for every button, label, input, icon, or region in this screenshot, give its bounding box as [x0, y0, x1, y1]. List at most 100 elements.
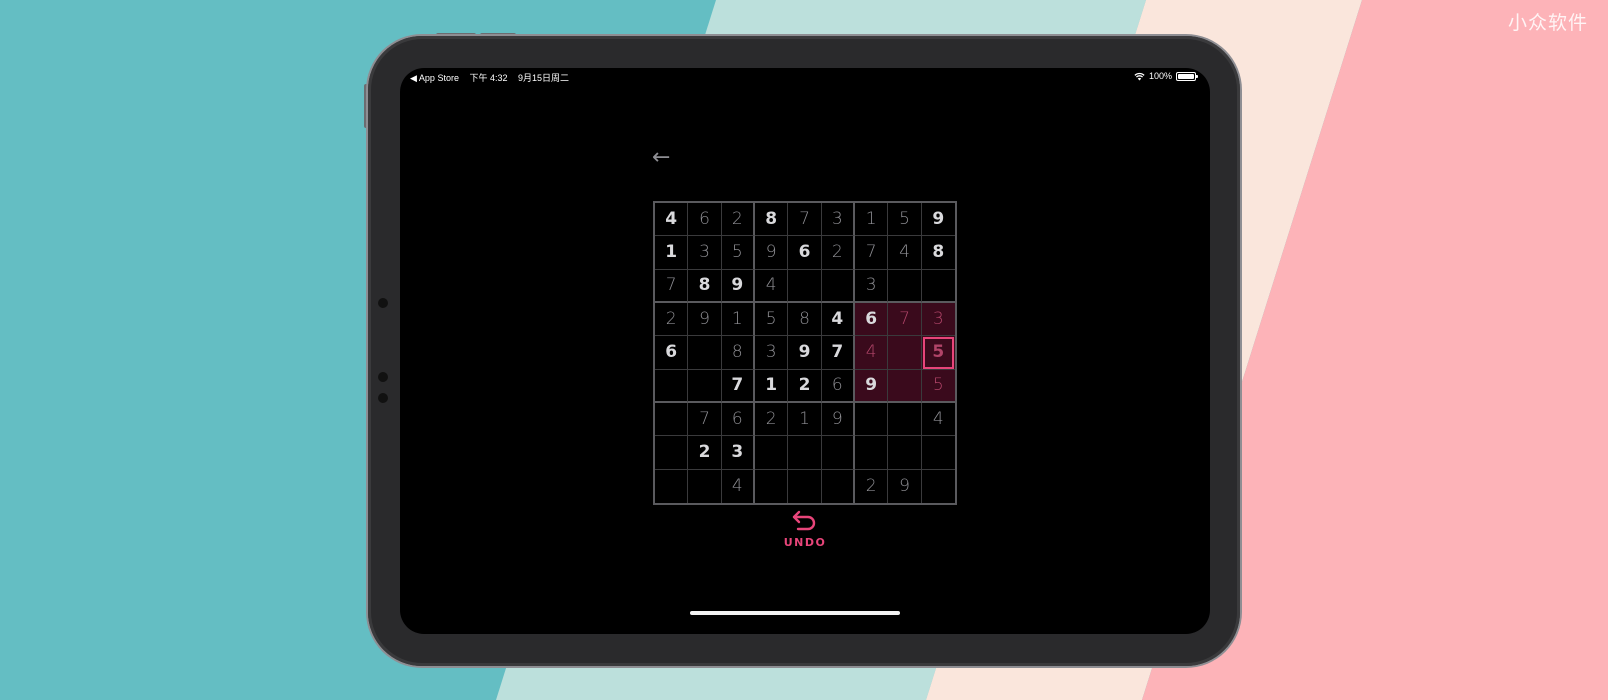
sudoku-cell[interactable]: 9: [921, 203, 955, 237]
sudoku-grid: 4628731591359627487894329158467368397457…: [653, 201, 957, 505]
sudoku-cell[interactable]: 7: [721, 369, 755, 403]
sudoku-cell[interactable]: [655, 469, 689, 503]
left-arrow-icon: ←: [652, 145, 671, 170]
sudoku-cell[interactable]: 4: [754, 269, 789, 303]
status-date: 9月15日周二: [518, 73, 570, 83]
sudoku-cell[interactable]: [655, 369, 689, 403]
sudoku-cell[interactable]: 1: [655, 236, 689, 270]
sudoku-cell[interactable]: 3: [921, 302, 955, 337]
wifi-icon: [1134, 72, 1145, 80]
sudoku-cell[interactable]: 3: [821, 203, 855, 237]
sudoku-cell[interactable]: 8: [754, 203, 789, 237]
ipad-screen: ◀ App Store 下午 4:32 9月15日周二 100% ← 46287…: [400, 68, 1210, 634]
back-to-app-store[interactable]: ◀ App Store: [410, 73, 459, 83]
home-indicator[interactable]: [690, 611, 900, 615]
sudoku-cell[interactable]: [922, 470, 955, 503]
sudoku-cell[interactable]: 6: [788, 236, 822, 270]
sudoku-cell[interactable]: 7: [821, 336, 855, 370]
sudoku-cell[interactable]: [788, 269, 822, 303]
sudoku-cell[interactable]: [921, 270, 955, 303]
sudoku-cell[interactable]: 2: [688, 436, 722, 470]
sudoku-cell[interactable]: 9: [888, 469, 922, 503]
ipad-sensor: [378, 372, 388, 382]
sudoku-cell[interactable]: 6: [854, 302, 889, 337]
sudoku-cell[interactable]: [688, 369, 722, 403]
status-bar: ◀ App Store 下午 4:32 9月15日周二 100%: [400, 68, 1210, 84]
sudoku-cell[interactable]: 4: [655, 203, 689, 237]
sudoku-cell[interactable]: 4: [888, 236, 922, 270]
sudoku-cell[interactable]: 4: [722, 469, 755, 503]
sudoku-cell[interactable]: 3: [688, 236, 722, 270]
back-button[interactable]: ←: [652, 146, 678, 170]
sudoku-cell[interactable]: 1: [721, 302, 755, 337]
sudoku-cell[interactable]: [788, 469, 822, 503]
sudoku-cell[interactable]: [788, 436, 822, 470]
sudoku-cell[interactable]: 3: [721, 436, 755, 470]
sudoku-cell[interactable]: 7: [854, 236, 889, 270]
sudoku-cell[interactable]: 7: [888, 302, 922, 337]
sudoku-cell[interactable]: 6: [688, 203, 722, 237]
sudoku-cell[interactable]: 8: [788, 302, 822, 337]
sudoku-cell[interactable]: 9: [821, 402, 855, 437]
sudoku-cell[interactable]: [688, 336, 722, 370]
sudoku-cell[interactable]: 4: [821, 302, 855, 337]
sudoku-cell[interactable]: [854, 402, 889, 437]
status-time: 下午 4:32: [469, 73, 508, 83]
sudoku-cell[interactable]: 6: [655, 336, 689, 370]
sudoku-cell[interactable]: 2: [754, 402, 789, 437]
undo-label: UNDO: [783, 536, 827, 549]
sudoku-cell[interactable]: 9: [754, 236, 789, 270]
sudoku-cell[interactable]: 1: [754, 369, 789, 403]
sudoku-cell[interactable]: 5: [921, 369, 955, 403]
sudoku-cell[interactable]: 7: [688, 402, 722, 437]
sudoku-cell-selected[interactable]: 5: [921, 336, 955, 370]
sudoku-cell[interactable]: [888, 402, 922, 437]
sudoku-cell[interactable]: [821, 436, 855, 470]
undo-button[interactable]: UNDO: [752, 508, 858, 558]
sudoku-cell[interactable]: [888, 336, 922, 370]
sudoku-cell[interactable]: [854, 436, 889, 470]
sudoku-cell[interactable]: 6: [821, 369, 855, 403]
sudoku-cell[interactable]: 2: [788, 369, 822, 403]
sudoku-cell[interactable]: 8: [921, 236, 955, 270]
sudoku-cell[interactable]: 5: [888, 203, 922, 237]
sudoku-cell[interactable]: 2: [855, 469, 889, 503]
sudoku-cell[interactable]: [755, 469, 789, 503]
sudoku-cell[interactable]: 2: [721, 203, 755, 237]
battery-level: [1178, 73, 1194, 79]
sudoku-cell[interactable]: [655, 402, 689, 437]
sudoku-cell[interactable]: 9: [854, 369, 889, 403]
sudoku-cell[interactable]: [688, 469, 722, 503]
sudoku-cell[interactable]: 9: [721, 269, 755, 303]
sudoku-cell[interactable]: 2: [821, 236, 855, 270]
sudoku-cell[interactable]: 7: [788, 203, 822, 237]
sudoku-cell[interactable]: [655, 436, 689, 470]
sudoku-cell[interactable]: [821, 269, 855, 303]
sudoku-cell[interactable]: [754, 436, 789, 470]
sudoku-cell[interactable]: [921, 436, 955, 470]
sudoku-cell[interactable]: 2: [655, 302, 689, 337]
sudoku-cell[interactable]: 9: [788, 336, 822, 370]
sudoku-cell[interactable]: 8: [721, 336, 755, 370]
battery-percent: 100%: [1148, 71, 1172, 81]
sudoku-cell[interactable]: 3: [854, 269, 889, 303]
sudoku-cell[interactable]: 1: [854, 203, 889, 237]
sudoku-cell[interactable]: 5: [754, 302, 789, 337]
sudoku-cell[interactable]: 3: [754, 336, 789, 370]
ipad-camera: [378, 298, 388, 308]
sudoku-cell[interactable]: 7: [655, 269, 689, 303]
sudoku-cell[interactable]: 9: [688, 302, 722, 337]
sudoku-cell[interactable]: 6: [721, 402, 755, 437]
sudoku-cell[interactable]: [822, 469, 855, 503]
sudoku-cell[interactable]: 4: [854, 336, 889, 370]
sudoku-cell[interactable]: 5: [721, 236, 755, 270]
ipad-sensor: [378, 393, 388, 403]
undo-arrow-icon: [792, 510, 816, 531]
sudoku-cell[interactable]: [888, 436, 922, 470]
sudoku-cell[interactable]: 4: [921, 403, 955, 437]
sudoku-cell[interactable]: [888, 269, 922, 303]
sudoku-cell[interactable]: 8: [688, 269, 722, 303]
sudoku-cell[interactable]: [888, 369, 922, 403]
sudoku-cell[interactable]: 1: [788, 402, 822, 437]
battery-icon: [1176, 71, 1198, 81]
